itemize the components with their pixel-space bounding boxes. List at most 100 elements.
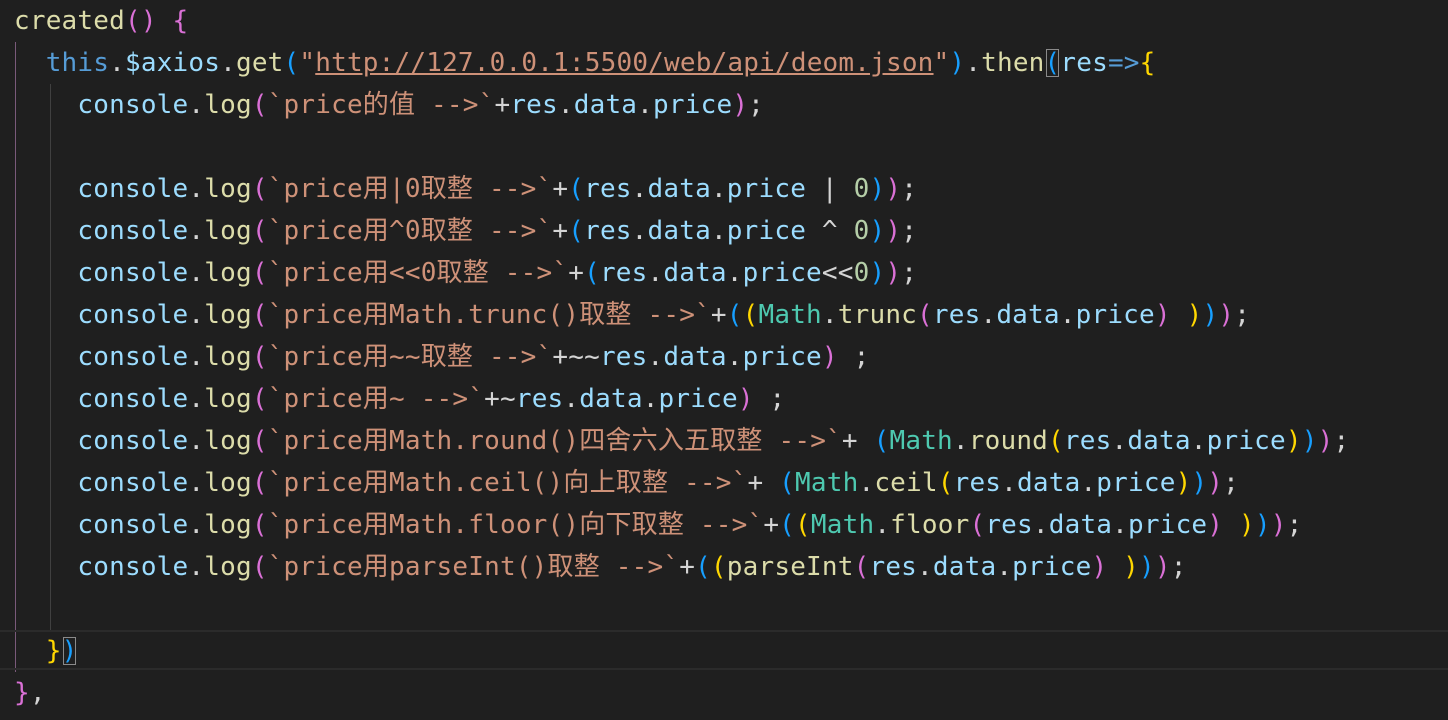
- code-token: res: [932, 300, 981, 330]
- code-token: `price用Math.trunc()取整 -->`: [267, 300, 711, 330]
- code-token: console: [14, 258, 189, 288]
- code-token: (: [251, 90, 268, 120]
- code-token: (: [1044, 48, 1061, 78]
- code-token: ;: [901, 216, 918, 246]
- code-token: $axios: [124, 48, 221, 78]
- code-token: +: [494, 90, 511, 120]
- code-token: {: [172, 6, 189, 36]
- code-token: (: [251, 510, 268, 540]
- code-token: floor: [890, 510, 970, 540]
- code-line[interactable]: console.log(`price用parseInt()取整 -->`+((p…: [14, 546, 1187, 588]
- code-token: console: [14, 552, 189, 582]
- code-token: ): [869, 216, 886, 246]
- code-token: console: [14, 426, 189, 456]
- code-token: .: [1032, 510, 1049, 540]
- code-token: ): [1202, 300, 1219, 330]
- code-token: ): [1317, 426, 1334, 456]
- code-token: ": [299, 48, 316, 78]
- code-token: ^: [806, 216, 854, 246]
- code-line[interactable]: console.log(`price用~~取整 -->`+~~res.data.…: [14, 336, 870, 378]
- code-token: |: [806, 174, 854, 204]
- code-token: ): [949, 48, 966, 78]
- code-token: ): [821, 342, 838, 372]
- code-token: res: [584, 216, 632, 246]
- code-token: .: [726, 342, 743, 372]
- code-token: console: [14, 174, 189, 204]
- code-token: }: [14, 636, 62, 666]
- code-token: (: [742, 300, 759, 330]
- code-token: (: [283, 48, 300, 78]
- code-token: .: [1190, 426, 1207, 456]
- code-line[interactable]: console.log(`price用Math.trunc()取整 -->`+(…: [14, 294, 1250, 336]
- code-token: +~: [484, 384, 516, 414]
- code-token: (: [251, 426, 268, 456]
- code-token: (: [710, 552, 727, 582]
- code-line[interactable]: console.log(`price用|0取整 -->`+(res.data.p…: [14, 168, 917, 210]
- code-token: .: [188, 300, 205, 330]
- code-token: .: [1111, 426, 1128, 456]
- code-token: ): [1207, 468, 1224, 498]
- code-token: Math: [810, 510, 875, 540]
- code-token: data: [663, 342, 727, 372]
- code-token: ceil: [874, 468, 938, 498]
- code-token: price: [742, 258, 822, 288]
- code-token: (: [726, 300, 743, 330]
- code-token: +: [552, 174, 569, 204]
- code-token: 0: [853, 174, 870, 204]
- code-token: .: [188, 216, 205, 246]
- code-token: ): [1175, 468, 1192, 498]
- code-token: ;: [1223, 468, 1240, 498]
- code-editor[interactable]: created() { this.$axios.get("http://127.…: [0, 0, 1448, 720]
- code-token: .: [726, 258, 743, 288]
- code-token: `price用Math.round()四舍六入五取整 -->`: [267, 426, 842, 456]
- code-token: (: [251, 258, 268, 288]
- code-token: +: [568, 258, 585, 288]
- code-line[interactable]: console.log(`price用^0取整 -->`+(res.data.p…: [14, 210, 917, 252]
- code-line[interactable]: console.log(`price的值 -->`+res.data.price…: [14, 84, 764, 126]
- code-line[interactable]: created() {: [14, 0, 188, 42]
- code-token: ): [869, 174, 886, 204]
- code-line[interactable]: console.log(`price用Math.floor()向下取整 -->`…: [14, 504, 1302, 546]
- code-token: data: [647, 216, 711, 246]
- code-token: .: [188, 468, 205, 498]
- code-token: .: [188, 174, 205, 204]
- code-line[interactable]: console.log(`price用Math.ceil()向上取整 -->`+…: [14, 462, 1239, 504]
- code-token: console: [14, 384, 189, 414]
- code-token: this: [14, 48, 110, 78]
- code-token: (: [568, 216, 585, 246]
- code-token: console: [14, 216, 189, 246]
- code-token: price: [726, 216, 807, 246]
- code-token: (: [1048, 426, 1064, 456]
- code-line[interactable]: this.$axios.get("http://127.0.0.1:5500/w…: [14, 42, 1156, 84]
- code-token: .: [996, 552, 1013, 582]
- code-token: console: [14, 342, 189, 372]
- code-line[interactable]: console.log(`price用~ -->`+~res.data.pric…: [14, 378, 785, 420]
- code-token: .: [710, 174, 727, 204]
- code-token: ;: [901, 174, 918, 204]
- code-token: .: [188, 90, 205, 120]
- code-token: ;: [837, 342, 870, 372]
- code-token: (: [779, 468, 796, 498]
- code-token: .: [557, 90, 574, 120]
- code-token: log: [204, 552, 252, 582]
- code-token: .: [647, 342, 664, 372]
- code-token: Math: [889, 426, 953, 456]
- code-token: ;: [753, 384, 786, 414]
- code-line[interactable]: }): [14, 630, 78, 672]
- code-token: log: [204, 258, 252, 288]
- code-line[interactable]: console.log(`price用Math.round()四舍六入五取整 -…: [14, 420, 1349, 462]
- code-token: `price用~~取整 -->`: [267, 342, 553, 372]
- code-line[interactable]: console.log(`price用<<0取整 -->`+(res.data.…: [14, 252, 917, 294]
- code-line[interactable]: },: [14, 672, 46, 714]
- code-token: .: [188, 258, 205, 288]
- code-token: res: [599, 258, 648, 288]
- code-token: +: [763, 510, 780, 540]
- code-token: ): [885, 174, 902, 204]
- code-token: .: [710, 216, 727, 246]
- code-token: ): [885, 258, 902, 288]
- code-token: ): [1239, 510, 1255, 540]
- code-token: price: [1206, 426, 1286, 456]
- code-token: log: [204, 90, 252, 120]
- code-token: +: [710, 300, 727, 330]
- code-token: ): [1191, 468, 1208, 498]
